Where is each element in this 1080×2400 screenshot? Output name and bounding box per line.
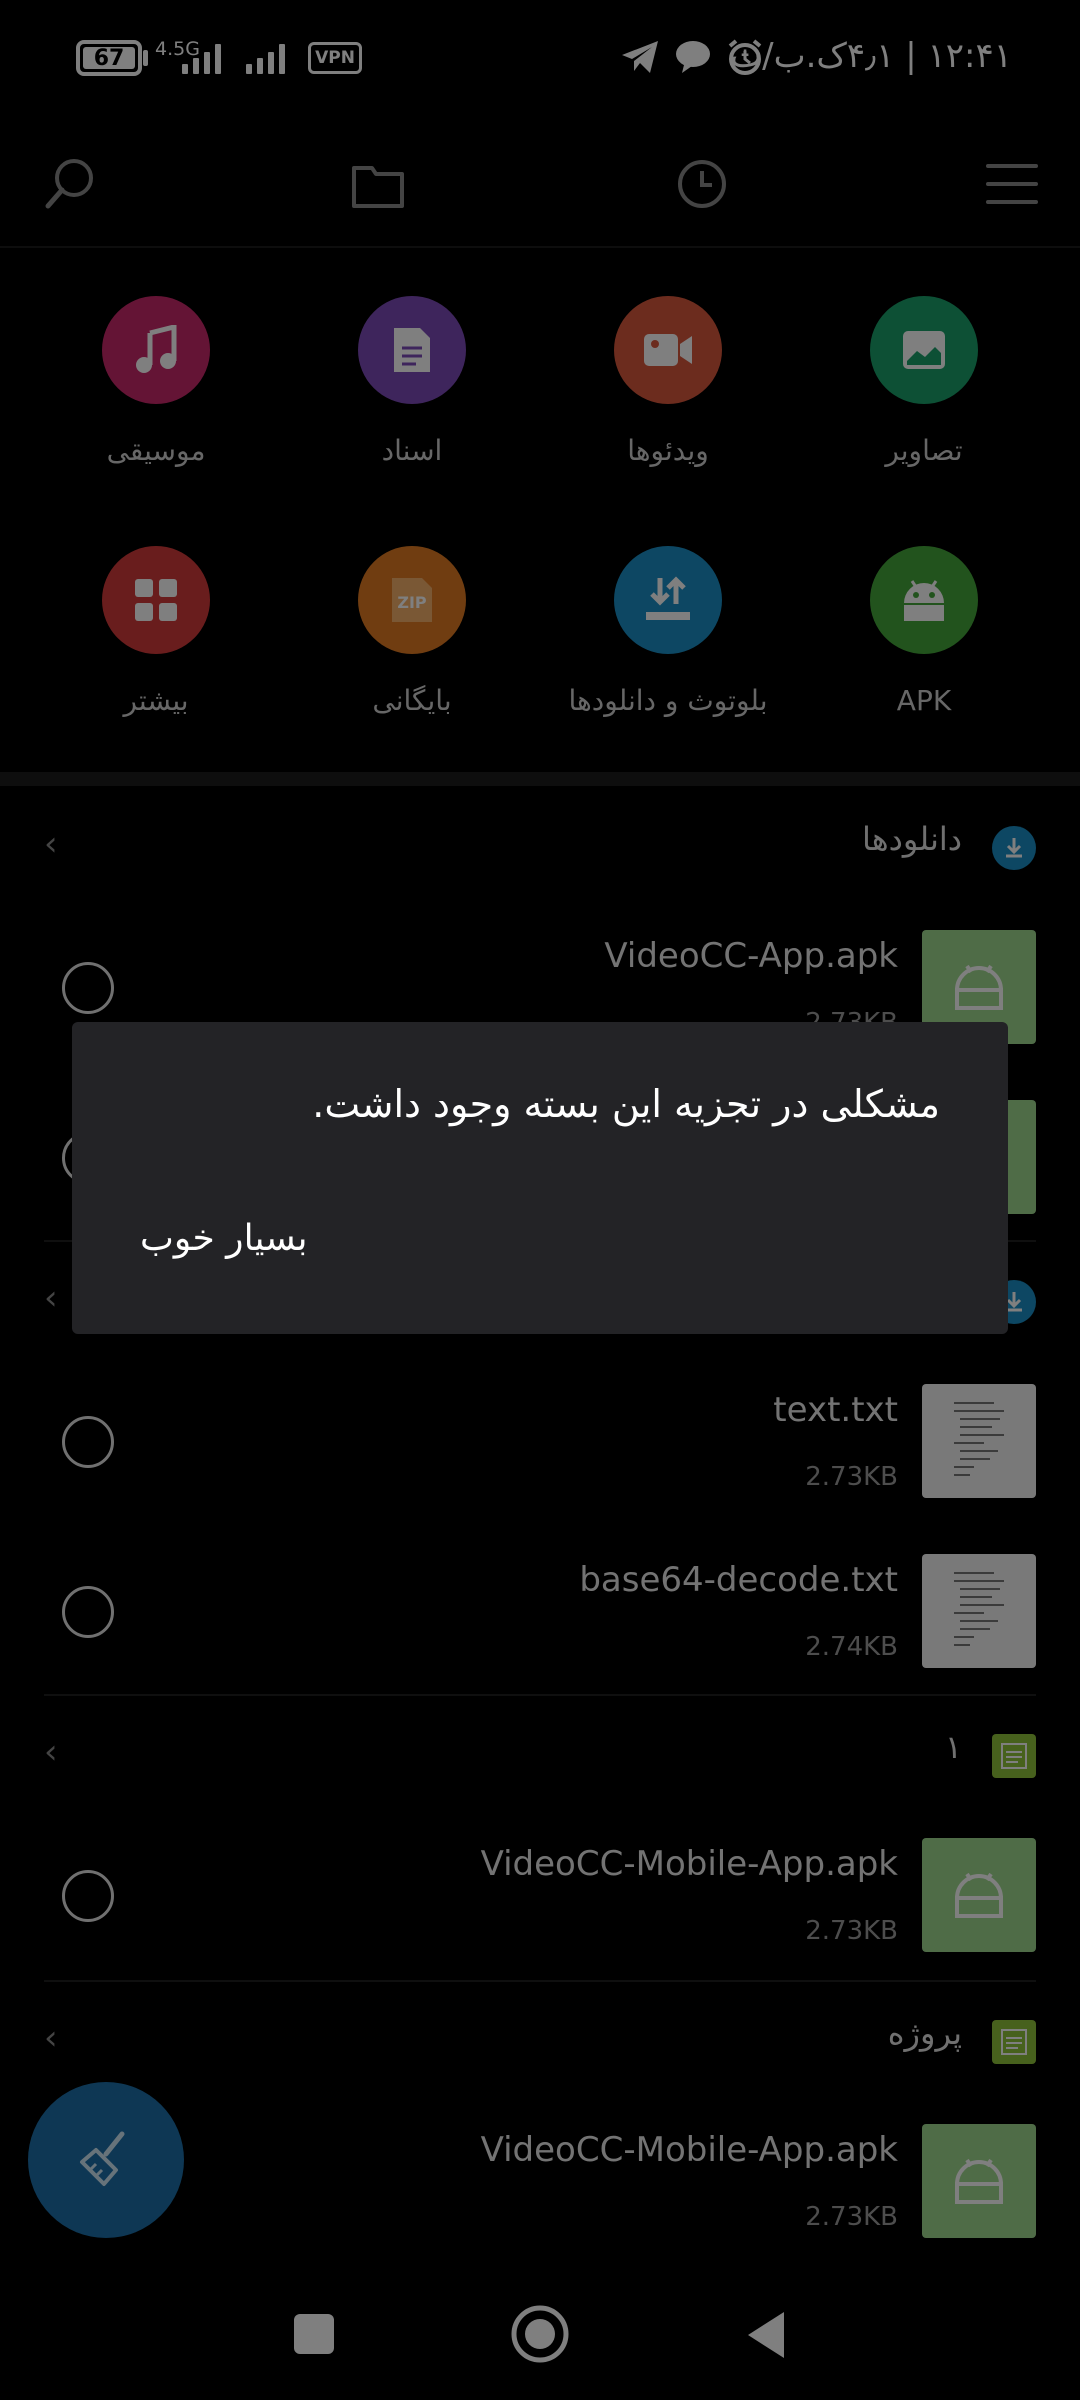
ok-button[interactable]: بسیار خوب	[140, 1218, 308, 1259]
error-dialog: مشکلی در تجزیه این بسته وجود داشت. بسیار…	[72, 1022, 1008, 1334]
dialog-message: مشکلی در تجزیه این بسته وجود داشت.	[312, 1082, 940, 1126]
